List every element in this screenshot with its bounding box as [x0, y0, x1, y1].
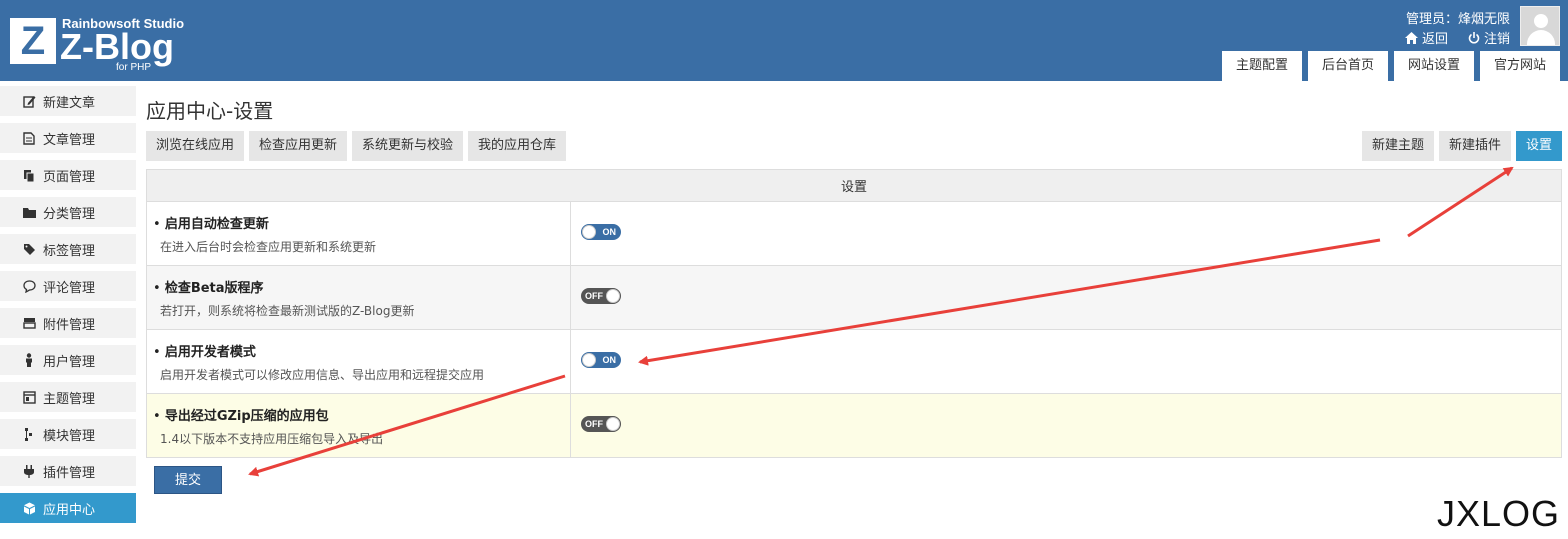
tab-site-settings[interactable]: 网站设置: [1393, 51, 1474, 81]
tab-browse-online-apps[interactable]: 浏览在线应用: [146, 131, 245, 161]
sidebar-item-label: 模块管理: [43, 428, 96, 444]
zblog-logo[interactable]: Z: [10, 18, 56, 64]
page-title: 应用中心-设置: [146, 99, 274, 123]
tab-system-update[interactable]: 系统更新与校验: [352, 131, 464, 161]
toggle-cell: ON: [570, 201, 1562, 266]
sidebar-item-label: 附件管理: [43, 317, 96, 333]
new-theme-button[interactable]: 新建主题: [1361, 131, 1434, 161]
option-cell: 检查Beta版程序 若打开，则系统将检查最新测试版的Z-Blog更新: [146, 265, 571, 330]
beta-check-toggle[interactable]: OFF: [581, 287, 621, 304]
toggle-cell: OFF: [570, 393, 1562, 458]
option-desc: 启用开发者模式可以修改应用信息、导出应用和远程提交应用: [160, 367, 485, 382]
pages-icon: [22, 168, 36, 182]
sidebar-item-user-manage[interactable]: 用户管理: [0, 345, 136, 375]
toggle-state: OFF: [585, 418, 603, 429]
settings-table: 设置 启用自动检查更新 在进入后台时会检查应用更新和系统更新 ON 检查Beta…: [146, 169, 1562, 458]
back-link[interactable]: 返回: [1404, 28, 1448, 47]
sidebar-item-label: 评论管理: [43, 280, 96, 296]
auto-update-toggle[interactable]: ON: [581, 223, 621, 240]
main-content: 应用中心-设置 浏览在线应用 检查应用更新 系统更新与校验 我的应用仓库 新建主…: [146, 90, 1562, 494]
tab-official-site[interactable]: 官方网站: [1479, 51, 1560, 81]
toggle-cell: ON: [570, 329, 1562, 394]
sidebar-item-module-manage[interactable]: 模块管理: [0, 419, 136, 449]
top-tabs: 主题配置 后台首页 网站设置 官方网站: [1221, 51, 1560, 81]
app-center-icon: [22, 501, 36, 515]
comment-icon: [22, 279, 36, 293]
sidebar-item-comment-manage[interactable]: 评论管理: [0, 271, 136, 301]
plugin-icon: [22, 464, 36, 478]
avatar[interactable]: [1520, 6, 1560, 46]
right-tabs: 新建主题 新建插件 设置: [1361, 131, 1562, 161]
option-title: 导出经过GZip压缩的应用包: [153, 405, 570, 424]
sidebar-item-label: 分类管理: [43, 206, 96, 222]
sidebar-item-label: 新建文章: [43, 95, 96, 111]
option-desc: 1.4以下版本不支持应用压缩包导入及导出: [160, 431, 384, 446]
watermark: JXLOG: [1436, 493, 1560, 534]
sidebar-item-label: 标签管理: [43, 243, 96, 259]
gzip-export-toggle[interactable]: OFF: [581, 415, 621, 432]
tab-check-app-updates[interactable]: 检查应用更新: [249, 131, 348, 161]
sidebar-item-theme-manage[interactable]: 主题管理: [0, 382, 136, 412]
option-title: 检查Beta版程序: [153, 277, 570, 296]
tag-icon: [22, 242, 36, 256]
logout-label: 注销: [1483, 32, 1510, 47]
sidebar-item-label: 主题管理: [43, 391, 96, 407]
logout-link[interactable]: 注销: [1468, 28, 1510, 47]
edit-icon: [22, 94, 36, 108]
sidebar-item-category-manage[interactable]: 分类管理: [0, 197, 136, 227]
sub-tabs: 浏览在线应用 检查应用更新 系统更新与校验 我的应用仓库: [146, 131, 567, 161]
sidebar-item-label: 应用中心: [43, 502, 96, 518]
option-cell: 导出经过GZip压缩的应用包 1.4以下版本不支持应用压缩包导入及导出: [146, 393, 571, 458]
admin-label: 管理员：烽烟无限: [1405, 12, 1510, 27]
sidebar-item-label: 文章管理: [43, 132, 96, 148]
toggle-state: OFF: [585, 290, 603, 301]
sidebar-item-tag-manage[interactable]: 标签管理: [0, 234, 136, 264]
option-cell: 启用开发者模式 启用开发者模式可以修改应用信息、导出应用和远程提交应用: [146, 329, 571, 394]
toggle-cell: OFF: [570, 265, 1562, 330]
developer-mode-toggle[interactable]: ON: [581, 351, 621, 368]
table-row: 检查Beta版程序 若打开，则系统将检查最新测试版的Z-Blog更新 OFF: [146, 265, 1562, 330]
tab-my-app-repo[interactable]: 我的应用仓库: [468, 131, 567, 161]
sidebar-item-attachment-manage[interactable]: 附件管理: [0, 308, 136, 338]
attachment-icon: [22, 316, 36, 330]
option-cell: 启用自动检查更新 在进入后台时会检查应用更新和系统更新: [146, 201, 571, 266]
option-title: 启用开发者模式: [153, 341, 570, 360]
sidebar-item-new-article[interactable]: 新建文章: [0, 86, 136, 116]
sidebar-item-app-center[interactable]: 应用中心: [0, 493, 136, 523]
tab-theme-config[interactable]: 主题配置: [1221, 51, 1302, 81]
power-icon: [1468, 31, 1480, 43]
user-links: 返回 注销: [1404, 28, 1510, 47]
document-icon: [22, 131, 36, 145]
table-header: 设置: [146, 169, 1562, 202]
tab-admin-home[interactable]: 后台首页: [1307, 51, 1388, 81]
logo-sub-text: for PHP: [116, 62, 152, 73]
option-title: 启用自动检查更新: [153, 213, 570, 232]
submit-button[interactable]: 提交: [154, 466, 222, 494]
option-desc: 若打开，则系统将检查最新测试版的Z-Blog更新: [160, 303, 415, 318]
sidebar-item-article-manage[interactable]: 文章管理: [0, 123, 136, 153]
back-label: 返回: [1421, 32, 1448, 47]
sidebar: 新建文章 文章管理 页面管理 分类管理 标签管理 评论管理 附件管理 用户管理 …: [0, 86, 136, 530]
settings-button[interactable]: 设置: [1515, 131, 1562, 161]
sidebar-item-label: 页面管理: [43, 169, 96, 185]
toggle-state: ON: [602, 226, 617, 237]
home-icon: [1404, 31, 1418, 44]
table-row: 启用开发者模式 启用开发者模式可以修改应用信息、导出应用和远程提交应用 ON: [146, 329, 1562, 394]
sidebar-item-page-manage[interactable]: 页面管理: [0, 160, 136, 190]
option-desc: 在进入后台时会检查应用更新和系统更新: [160, 239, 377, 254]
sidebar-item-label: 用户管理: [43, 354, 96, 370]
toggle-state: ON: [602, 354, 617, 365]
top-header: Z Rainbowsoft Studio Z-Blog for PHP 管理员：…: [0, 0, 1568, 81]
folder-icon: [22, 205, 36, 219]
sidebar-item-label: 插件管理: [43, 465, 96, 481]
theme-icon: [22, 390, 36, 404]
module-icon: [22, 427, 36, 441]
table-row: 导出经过GZip压缩的应用包 1.4以下版本不支持应用压缩包导入及导出 OFF: [146, 393, 1562, 458]
table-row: 启用自动检查更新 在进入后台时会检查应用更新和系统更新 ON: [146, 201, 1562, 266]
sidebar-item-plugin-manage[interactable]: 插件管理: [0, 456, 136, 486]
new-plugin-button[interactable]: 新建插件: [1438, 131, 1511, 161]
user-icon: [22, 353, 36, 367]
